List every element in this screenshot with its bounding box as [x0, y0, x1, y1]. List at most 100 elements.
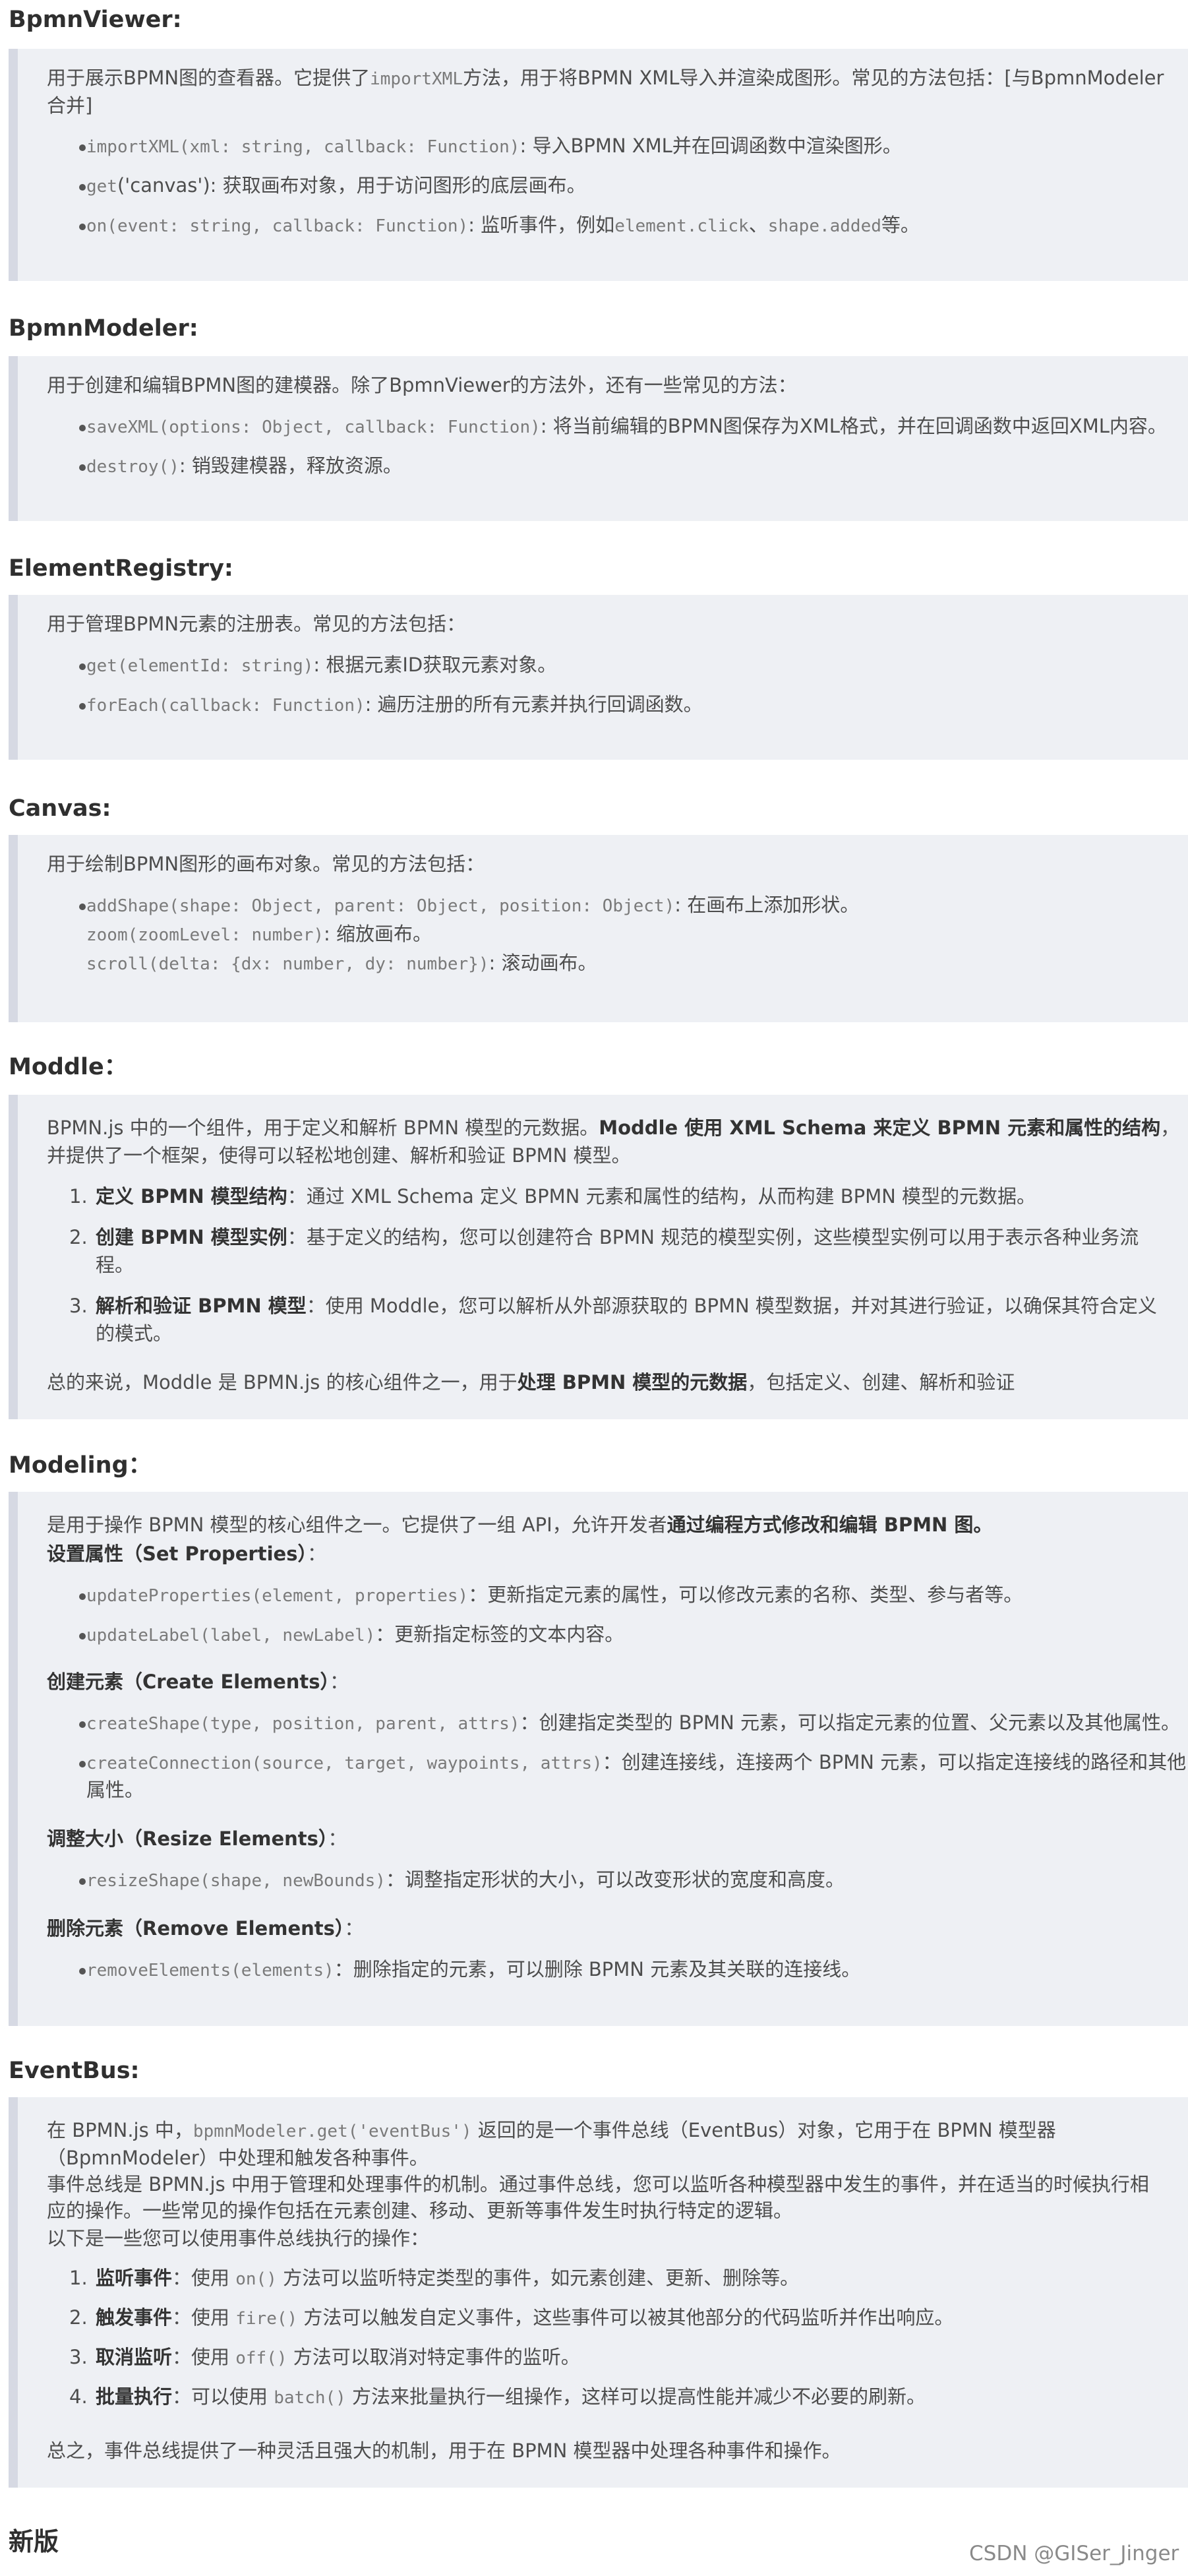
bold-text: 删除元素（Remove Elements）	[47, 1917, 345, 1940]
eventbus-summary: 总之，事件总线提供了一种灵活且强大的机制，用于在 BPMN 模型器中处理各种事件…	[47, 2439, 841, 2462]
moddle-paragraph-cont: 并提供了一个框架，使得可以轻松地创建、解析和验证 BPMN 模型。	[47, 1144, 631, 1167]
text: ：	[328, 1827, 347, 1850]
ordered-item: 创建 BPMN 模型实例：基于定义的结构，您可以创建符合 BPMN 规范的模型实…	[96, 1224, 1139, 1250]
text: ：使用 Moddle，您可以解析从外部源获取的 BPMN 模型数据，并对其进行验…	[306, 1295, 1157, 1317]
inline-code: updateProperties(element, properties)	[86, 1586, 469, 1606]
blockquote-modeling: 是用于操作 BPMN 模型的核心组件之一。它提供了一组 API，允许开发者通过编…	[9, 1492, 1188, 2026]
list-item: on(event: string, callback: Function): 监…	[86, 212, 920, 239]
bullet-icon	[79, 464, 86, 471]
list-item-cont: 属性。	[86, 1779, 144, 1801]
ordered-item-cont: 的模式。	[96, 1322, 173, 1345]
text: BPMN.js 中的一个组件，用于定义和解析 BPMN 模型的元数据。	[47, 1117, 599, 1139]
text: 方法可以触发自定义事件，这些事件可以被其他部分的代码监听并作出响应。	[297, 2306, 954, 2329]
inline-code: destroy()	[86, 457, 179, 477]
text: ：使用	[172, 2346, 236, 2368]
heading-modeling: Modeling：	[9, 1452, 152, 1479]
heading-eventbus: EventBus:	[9, 2058, 140, 2084]
blockquote-eventbus: 在 BPMN.js 中，bpmnModeler.get('eventBus') …	[9, 2097, 1188, 2488]
bold-text: 通过编程方式修改和编辑 BPMN 图。	[667, 1514, 993, 1536]
text: 等。	[881, 214, 920, 236]
text: 方法来批量执行一组操作，这样可以提高性能并减少不必要的刷新。	[345, 2385, 926, 2408]
list-item: createShape(type, position, parent, attr…	[86, 1709, 1180, 1737]
list-item-cont: zoom(zoomLevel: number): 缩放画布。	[86, 921, 432, 948]
inline-code: on(event: string, callback: Function)	[86, 216, 469, 236]
text: 是用于操作 BPMN 模型的核心组件之一。它提供了一组 API，允许开发者	[47, 1514, 667, 1536]
inline-code: removeElements(elements)	[86, 1961, 334, 1980]
text: ：基于定义的结构，您可以创建符合 BPMN 规范的模型实例，这些模型实例可以用于…	[287, 1226, 1139, 1248]
list-item: removeElements(elements)：删除指定的元素，可以删除 BP…	[86, 1956, 860, 1984]
list-item: get(elementId: string): 根据元素ID获取元素对象。	[86, 652, 556, 679]
ordered-item: 触发事件：使用 fire() 方法可以触发自定义事件，这些事件可以被其他部分的代…	[96, 2304, 953, 2332]
bullet-icon	[79, 1761, 86, 1767]
heading-bpmnviewer: BpmnViewer:	[9, 7, 182, 33]
blockquote-canvas: 用于绘制BPMN图形的画布对象。常见的方法包括： addShape(shape:…	[9, 835, 1188, 1022]
inline-code: shape.added	[767, 216, 881, 236]
list-number: 4.	[69, 2385, 88, 2408]
ordered-item-cont: 程。	[96, 1254, 134, 1276]
heading-moddle: Moddle：	[9, 1054, 127, 1080]
heading-canvas: Canvas:	[9, 795, 111, 822]
text: 方法可以取消对特定事件的监听。	[287, 2346, 580, 2368]
moddle-summary: 总的来说，Moddle 是 BPMN.js 的核心组件之一，用于处理 BPMN …	[47, 1369, 1015, 1395]
bullet-icon	[79, 144, 86, 151]
heading-new-version: 新版	[9, 2527, 59, 2556]
list-item: saveXML(options: Object, callback: Funct…	[86, 413, 1167, 441]
bullet-icon	[79, 1721, 86, 1728]
list-number: 1.	[69, 1185, 88, 1208]
eventbus-paragraph-3: 以下是一些您可以使用事件总线执行的操作：	[47, 2227, 430, 2250]
subheading-set-properties: 设置属性（Set Properties）：	[47, 1541, 326, 1567]
canvas-description: 用于绘制BPMN图形的画布对象。常见的方法包括：	[47, 853, 485, 875]
text: 、	[748, 214, 768, 236]
blockquote-bpmnviewer: 用于展示BPMN图的查看器。它提供了importXML方法，用于将BPMN XM…	[9, 49, 1188, 281]
text: ：创建指定类型的 BPMN 元素，可以指定元素的位置、父元素以及其他属性。	[520, 1711, 1180, 1734]
text: ：	[330, 1671, 349, 1693]
heading-bpmnmodeler: BpmnModeler:	[9, 315, 198, 342]
bullet-icon	[79, 1633, 86, 1640]
text: : 缩放画布。	[324, 923, 432, 945]
text: ：使用	[172, 2267, 236, 2289]
inline-code: addShape(shape: Object, parent: Object, …	[86, 896, 675, 916]
list-item: updateLabel(label, newLabel)：更新指定标签的文本内容…	[86, 1621, 624, 1649]
inline-code: element.click	[614, 216, 749, 236]
inline-code: off()	[235, 2348, 287, 2368]
modeling-intro: 是用于操作 BPMN 模型的核心组件之一。它提供了一组 API，允许开发者通过编…	[47, 1512, 992, 1538]
text: : 根据元素ID获取元素对象。	[313, 654, 557, 676]
text: ：可以使用	[172, 2385, 274, 2408]
bullet-icon	[79, 703, 86, 710]
bullet-icon	[79, 663, 86, 670]
moddle-paragraph: BPMN.js 中的一个组件，用于定义和解析 BPMN 模型的元数据。Moddl…	[47, 1115, 1179, 1141]
text: : 将当前编辑的BPMN图保存为XML格式，并在回调函数中返回XML内容。	[540, 415, 1167, 437]
blockquote-bpmnmodeler: 用于创建和编辑BPMN图的建模器。除了BpmnViewer的方法外，还有一些常见…	[9, 356, 1188, 521]
bold-text: 批量执行	[96, 2385, 173, 2408]
csdn-watermark: CSDN @GISer_Jinger	[969, 2542, 1179, 2565]
text: : 监听事件，例如	[468, 214, 615, 236]
text: : 遍历注册的所有元素并执行回调函数。	[365, 693, 703, 716]
list-number: 2.	[69, 2306, 88, 2329]
bold-text: 定义 BPMN 模型结构	[96, 1185, 287, 1208]
bullet-icon	[79, 904, 86, 910]
bold-text: 设置属性（Set Properties）	[47, 1543, 307, 1565]
bullet-icon	[79, 1968, 86, 1975]
inline-code: batch()	[274, 2388, 346, 2408]
bold-text: 调整大小（Resize Elements）	[47, 1827, 328, 1850]
viewer-description-cont: 合并]	[47, 94, 93, 117]
subheading-remove-elements: 删除元素（Remove Elements）：	[47, 1915, 363, 1942]
text: ，包括定义、创建、解析和验证	[747, 1371, 1015, 1394]
text: ：	[307, 1543, 326, 1565]
text: 总的来说，Moddle 是 BPMN.js 的核心组件之一，用于	[47, 1371, 518, 1394]
text: ，	[1160, 1117, 1180, 1139]
eventbus-paragraph: 在 BPMN.js 中，bpmnModeler.get('eventBus') …	[47, 2117, 1056, 2145]
text: 方法可以监听特定类型的事件，如元素创建、更新、删除等。	[276, 2267, 800, 2289]
bold-text: 创建元素（Create Elements）	[47, 1671, 330, 1693]
text: : 销毁建模器，释放资源。	[179, 454, 402, 477]
list-number: 1.	[69, 2267, 88, 2289]
text: 在 BPMN.js 中，	[47, 2119, 193, 2141]
text: ：调整指定形状的大小，可以改变形状的宽度和高度。	[385, 1868, 845, 1891]
text: 方法，用于将BPMN XML导入并渲染成图形。常见的方法包括：[与BpmnMod…	[463, 67, 1164, 89]
list-number: 2.	[69, 1226, 88, 1248]
ordered-item: 监听事件：使用 on() 方法可以监听特定类型的事件，如元素创建、更新、删除等。	[96, 2265, 799, 2292]
list-number: 3.	[69, 2346, 88, 2368]
bold-text: 解析和验证 BPMN 模型	[96, 1295, 307, 1317]
inline-code: createConnection(source, target, waypoin…	[86, 1754, 603, 1773]
eventbus-paragraph-2-cont: 应的操作。一些常见的操作包括在元素创建、移动、更新等事件发生时执行特定的逻辑。	[47, 2199, 793, 2222]
